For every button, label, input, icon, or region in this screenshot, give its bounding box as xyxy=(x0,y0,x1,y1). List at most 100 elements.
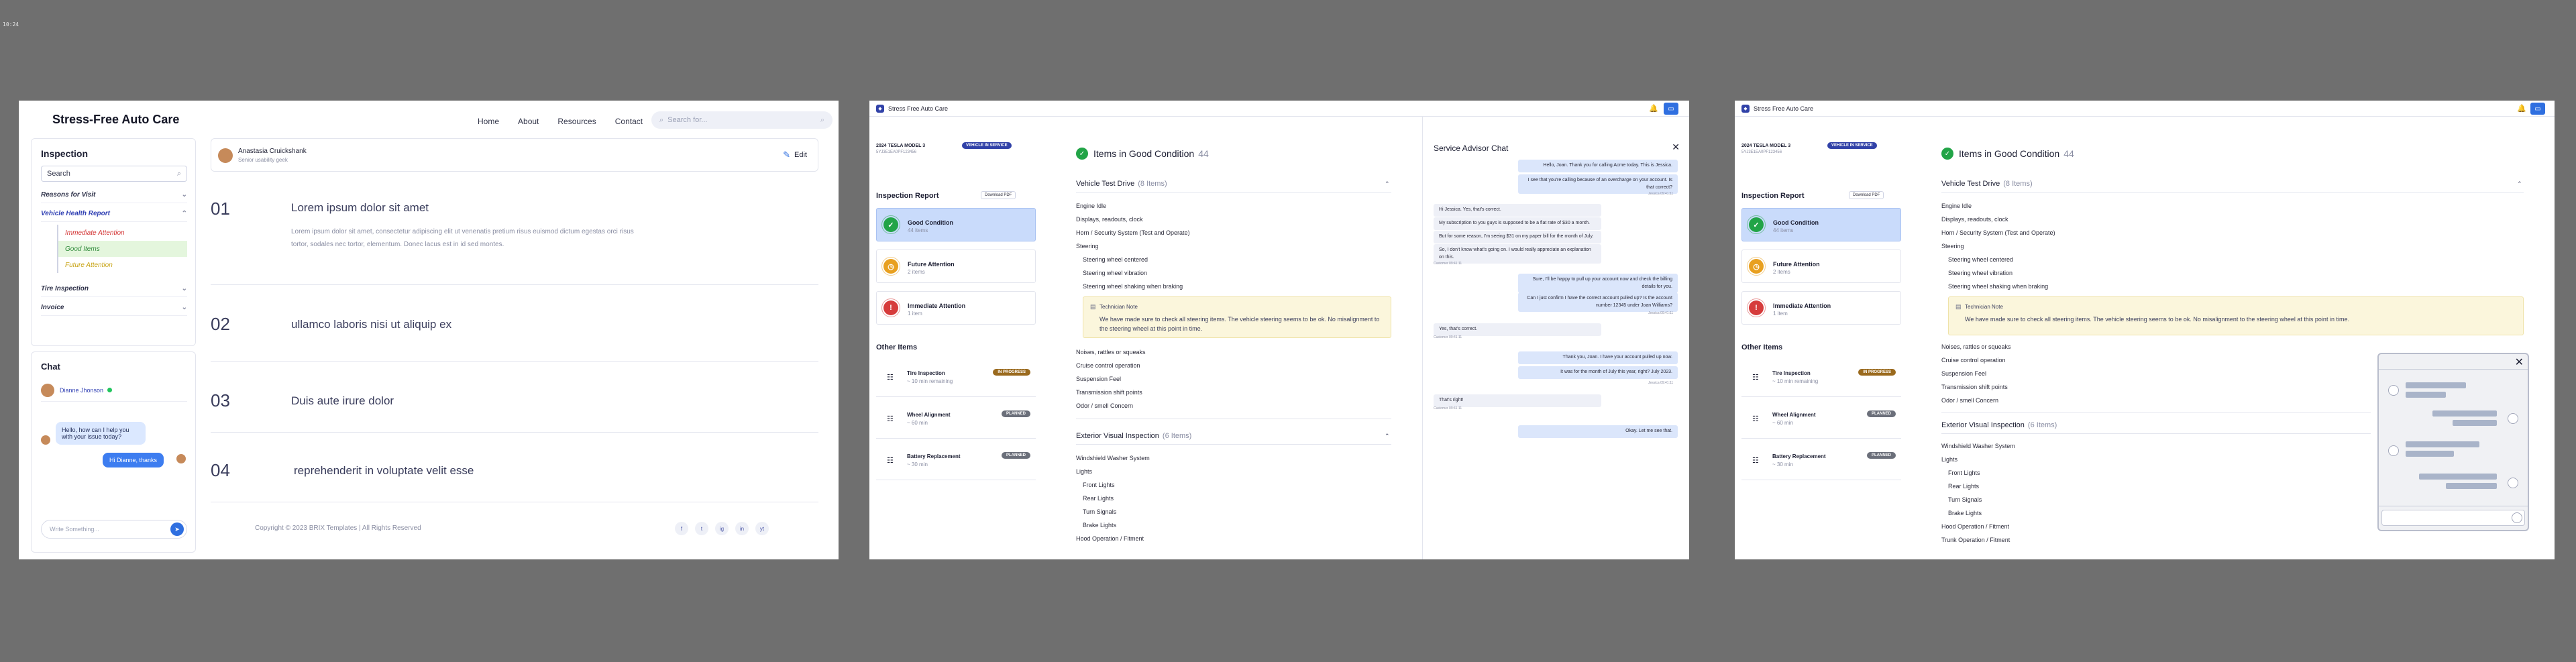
artboard-inspection-report-chat: ◆ Stress Free Auto Care 🔔 ▭ 2024 TESLA M… xyxy=(869,101,1689,559)
other-items-title: Other Items xyxy=(1741,343,1783,351)
group-exterior-visual-inspection[interactable]: Exterior Visual Inspection (6 Items) xyxy=(1941,421,2057,429)
chevron-up-icon[interactable]: ⌃ xyxy=(1385,433,1390,440)
section-title: reprehenderit in voluptate velit esse xyxy=(294,464,474,477)
status-card-good[interactable]: ✓ Good Condition 44 items xyxy=(876,208,1036,241)
placeholder-message-bar xyxy=(2432,410,2497,417)
status-count: 1 item xyxy=(1773,311,1788,317)
incoming-message: Hello, how can I help you with your issu… xyxy=(56,422,146,445)
list-item: Windshield Washer System xyxy=(1941,443,2015,449)
chat-message: Can I just confirm I have the correct ac… xyxy=(1518,292,1678,312)
list-item: Steering xyxy=(1076,243,1099,250)
status-card-future[interactable]: ◷ Future Attention 2 items xyxy=(1741,250,1901,283)
list-item: Lights xyxy=(1941,456,1958,463)
other-item-tire-inspection[interactable]: ☷ Tire Inspection ~ 10 min remaining IN … xyxy=(876,360,1036,397)
menu-invoice[interactable]: Invoice ⌄ xyxy=(41,300,187,316)
list-item: Transmission shift points xyxy=(1941,384,2008,390)
group-vehicle-test-drive[interactable]: Vehicle Test Drive (8 Items) ⌃ xyxy=(1941,180,2524,188)
artboard-inspection-page: Stress-Free Auto Care Home About Resourc… xyxy=(19,101,839,559)
other-item-name: Tire Inspection xyxy=(907,370,945,376)
subitem-immediate-attention[interactable]: Immediate Attention xyxy=(58,225,187,241)
group-exterior-visual-inspection[interactable]: Exterior Visual Inspection (6 Items) ⌃ xyxy=(1076,432,1391,440)
nav-resources[interactable]: Resources xyxy=(557,117,596,126)
bell-icon[interactable]: 🔔 xyxy=(1649,104,1658,113)
vehicle-status-badge: VEHICLE IN SERVICE xyxy=(1827,142,1877,149)
section-number: 04 xyxy=(211,460,230,480)
download-pdf-button[interactable]: Download PDF xyxy=(1849,191,1884,199)
menu-vehicle-health-report[interactable]: Vehicle Health Report ⌃ xyxy=(41,206,187,222)
chat-toggle-button[interactable]: ▭ xyxy=(2530,103,2545,115)
social-links: f t ig in yt xyxy=(675,522,769,535)
list-item: Steering wheel shaking when braking xyxy=(1948,283,2049,290)
chevron-up-icon[interactable]: ⌃ xyxy=(2517,180,2522,188)
nav-home[interactable]: Home xyxy=(478,117,499,126)
linkedin-icon[interactable]: in xyxy=(735,522,749,535)
chat-title: Chat xyxy=(41,362,60,372)
other-item-battery-replacement[interactable]: ☷ Battery Replacement ~ 30 min PLANNED xyxy=(1741,443,1901,480)
avatar xyxy=(2388,385,2399,396)
note-body: We have made sure to check all steering … xyxy=(1099,316,1380,333)
chat-toggle-button[interactable]: ▭ xyxy=(1664,103,1678,115)
other-item-wheel-alignment[interactable]: ☷ Wheel Alignment ~ 60 min PLANNED xyxy=(1741,401,1901,439)
status-count: 1 item xyxy=(908,311,922,317)
chat-message-input[interactable]: Write Something... ➤ xyxy=(41,520,187,539)
list-icon: ☷ xyxy=(1752,415,1759,423)
nav-contact[interactable]: Contact xyxy=(615,117,643,126)
facebook-icon[interactable]: f xyxy=(675,522,688,535)
chevron-down-icon: ⌄ xyxy=(181,285,187,292)
status-card-good[interactable]: ✓ Good Condition 44 items xyxy=(1741,208,1901,241)
list-item: Steering wheel vibration xyxy=(1083,270,1148,276)
list-item: Odor / smell Concern xyxy=(1941,397,1999,404)
menu-tire-inspection[interactable]: Tire Inspection ⌄ xyxy=(41,281,187,297)
other-item-wheel-alignment[interactable]: ☷ Wheel Alignment ~ 60 min PLANNED xyxy=(876,401,1036,439)
group-vehicle-test-drive[interactable]: Vehicle Test Drive (8 Items) ⌃ xyxy=(1076,180,1391,188)
send-button[interactable] xyxy=(2512,512,2522,523)
youtube-icon[interactable]: yt xyxy=(755,522,769,535)
list-item: Steering wheel shaking when braking xyxy=(1083,283,1183,290)
close-icon[interactable]: ✕ xyxy=(1672,142,1680,153)
placeholder-message-bar xyxy=(2406,451,2454,457)
twitter-icon[interactable]: t xyxy=(695,522,708,535)
status-card-future[interactable]: ◷ Future Attention 2 items xyxy=(876,250,1036,283)
send-button[interactable]: ➤ xyxy=(170,522,184,536)
search-submit-icon[interactable]: ⌕ xyxy=(820,116,824,125)
other-item-eta: ~ 30 min xyxy=(1772,461,1793,467)
chat-contact[interactable]: Dianne Jhonson xyxy=(41,379,187,402)
list-item: Hood Operation / Fitment xyxy=(1076,535,1144,542)
status-card-immediate[interactable]: ! Immediate Attention 1 item xyxy=(1741,291,1901,325)
status-badge: PLANNED xyxy=(1866,452,1896,459)
chevron-up-icon[interactable]: ⌃ xyxy=(1385,180,1390,188)
sidebar-title: Inspection xyxy=(41,148,89,159)
brand-logo[interactable]: Stress-Free Auto Care xyxy=(52,113,179,127)
edit-button[interactable]: ✎ Edit xyxy=(783,150,807,160)
group-title: Vehicle Test Drive xyxy=(1941,180,2000,188)
avatar xyxy=(2508,413,2518,424)
subitem-good-items[interactable]: Good Items xyxy=(58,241,187,257)
chat-message-input[interactable] xyxy=(2381,510,2525,526)
close-icon[interactable]: ✕ xyxy=(2515,355,2524,369)
vehicle-model: 2024 TESLA MODEL 3 xyxy=(1741,144,1791,148)
list-item: Horn / Security System (Test and Operate… xyxy=(1941,229,2055,236)
download-pdf-button[interactable]: Download PDF xyxy=(981,191,1016,199)
status-card-immediate[interactable]: ! Immediate Attention 1 item xyxy=(876,291,1036,325)
heading-text: Items in Good Condition xyxy=(1093,148,1195,159)
instagram-icon[interactable]: ig xyxy=(715,522,729,535)
section-title: Lorem ipsum dolor sit amet xyxy=(291,201,429,214)
group-title: Vehicle Test Drive xyxy=(1076,180,1135,188)
bell-icon[interactable]: 🔔 xyxy=(2517,104,2526,113)
section-01: 01 Lorem ipsum dolor sit amet Lorem ipsu… xyxy=(211,199,818,272)
nav-about[interactable]: About xyxy=(518,117,539,126)
status-label: Immediate Attention xyxy=(1773,302,1831,309)
vehicle-model: 2024 TESLA MODEL 3 xyxy=(876,144,926,148)
search-input[interactable]: ⌕ Search for... ⌕ xyxy=(651,111,833,129)
app-logo-icon: ◆ xyxy=(1741,105,1750,113)
menu-reasons-for-visit[interactable]: Reasons for Visit ⌄ xyxy=(41,187,187,203)
other-item-tire-inspection[interactable]: ☷ Tire Inspection ~ 10 min remaining IN … xyxy=(1741,360,1901,397)
group-count: (8 Items) xyxy=(1138,180,1167,188)
subitem-future-attention[interactable]: Future Attention xyxy=(58,257,187,273)
avatar xyxy=(2508,478,2518,488)
other-item-battery-replacement[interactable]: ☷ Battery Replacement ~ 30 min PLANNED xyxy=(876,443,1036,480)
inspection-sidebar: Inspection Search ⌕ Reasons for Visit ⌄ … xyxy=(31,138,196,346)
status-label: Good Condition xyxy=(908,219,953,226)
sidebar-search-input[interactable]: Search ⌕ xyxy=(41,166,187,182)
avatar xyxy=(2388,445,2399,456)
